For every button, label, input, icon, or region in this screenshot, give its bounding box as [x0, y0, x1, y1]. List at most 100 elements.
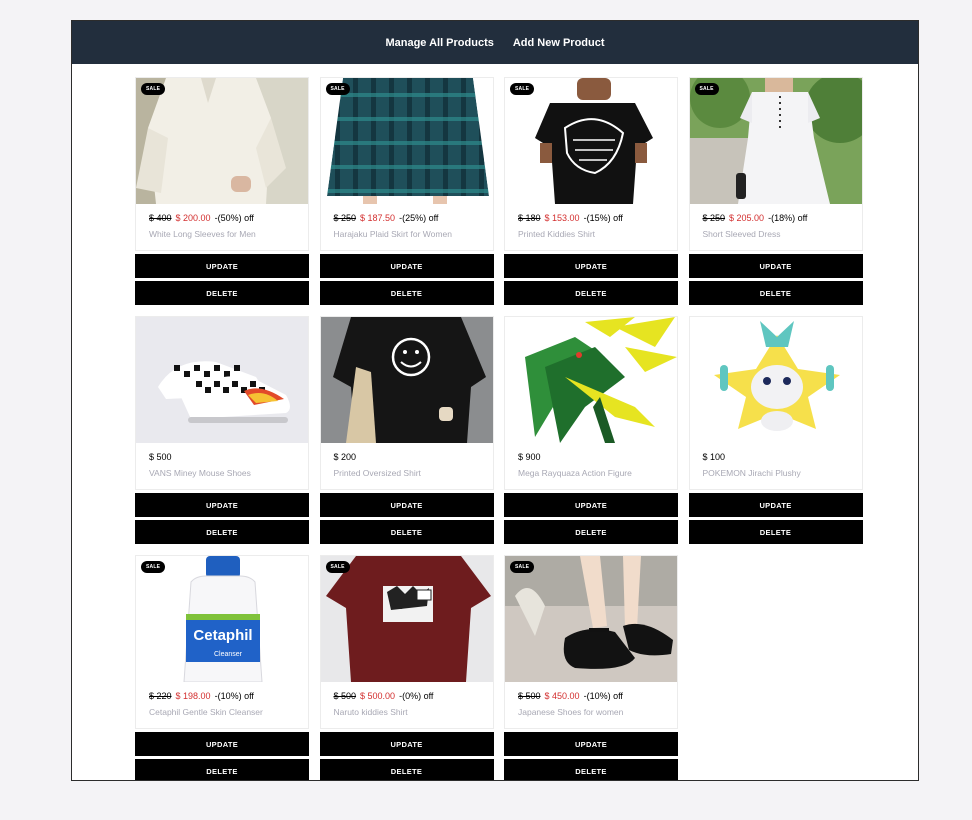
- product-title: Japanese Shoes for women: [518, 707, 624, 717]
- product-photo-white-long-sleeve-shirt: [136, 78, 308, 204]
- sale-badge: SALE: [510, 83, 535, 95]
- sale-badge: SALE: [325, 561, 350, 573]
- sale-badge: SALE: [141, 561, 166, 573]
- update-button[interactable]: UPDATE: [319, 254, 494, 278]
- delete-button[interactable]: DELETE: [319, 759, 494, 780]
- product-title: White Long Sleeves for Men: [149, 229, 256, 239]
- sale-price: $ 187.50: [360, 213, 396, 223]
- svg-text:Cetaphil: Cetaphil: [193, 627, 252, 644]
- delete-button[interactable]: DELETE: [504, 759, 678, 780]
- app-frame: Manage All Products Add New Product SALE…: [71, 20, 919, 781]
- product-card-body: SALE $ 180 $ 153.00 -(15%) off Printed Kid…: [504, 77, 678, 251]
- product-card: Cetaphil Cleanser SALE $ 220 $ 198.00 -(10%…: [135, 555, 309, 780]
- product-image[interactable]: SALE: [505, 78, 677, 204]
- product-card-body: SALE $ 400 $ 200.00 -(50%) off White Long …: [135, 77, 309, 251]
- product-title: VANS Miney Mouse Shoes: [149, 468, 251, 478]
- update-button[interactable]: UPDATE: [504, 254, 678, 278]
- product-image[interactable]: SALE: [320, 556, 493, 682]
- update-button[interactable]: UPDATE: [319, 732, 494, 756]
- product-photo-dinosaur-print-shirt: [505, 78, 677, 204]
- product-photo-checkered-sneakers: [136, 317, 308, 443]
- product-image[interactable]: SALE: [136, 78, 308, 204]
- delete-button[interactable]: DELETE: [135, 281, 309, 305]
- old-price: $ 500: [518, 691, 541, 701]
- sale-badge: SALE: [694, 83, 719, 95]
- product-card-body: $ 200 Printed Oversized Shirt: [319, 316, 494, 490]
- update-button[interactable]: UPDATE: [135, 493, 309, 517]
- product-card-body: $ 900 Mega Rayquaza Action Figure: [504, 316, 678, 490]
- old-price: $ 180: [518, 213, 541, 223]
- product-photo-green-dragon-figure: [505, 317, 677, 443]
- delete-button[interactable]: DELETE: [504, 281, 678, 305]
- product-card-body: SALE $ 500 $ 450.00 -(10%) off Japanese Sh…: [504, 555, 678, 729]
- update-button[interactable]: UPDATE: [319, 493, 494, 517]
- product-photo-smiley-black-shirt: [320, 317, 493, 443]
- product-card: SALE $ 400 $ 200.00 -(50%) off White Long …: [135, 77, 309, 306]
- sale-price: $ 900: [518, 452, 541, 462]
- discount-label: -(15%) off: [583, 213, 623, 223]
- discount-label: -(25%) off: [399, 213, 439, 223]
- product-photo-cleanser-bottle: Cetaphil Cleanser: [136, 556, 308, 682]
- discount-label: -(0%) off: [399, 691, 434, 701]
- top-navbar: Manage All Products Add New Product: [72, 21, 918, 64]
- product-image[interactable]: SALE: [320, 78, 493, 204]
- product-card-body: $ 500 VANS Miney Mouse Shoes: [135, 316, 309, 490]
- product-card: SALE $ 500 $ 500.00 -(0%) off Naruto kiddi…: [319, 555, 494, 780]
- product-title: Printed Oversized Shirt: [333, 468, 421, 478]
- discount-label: -(50%) off: [214, 213, 254, 223]
- product-image[interactable]: Cetaphil Cleanser SALE: [136, 556, 308, 682]
- product-image[interactable]: SALE: [505, 556, 677, 682]
- product-card-body: SALE $ 250 $ 187.50 -(25%) off Harajaku Pl…: [319, 77, 494, 251]
- price-line: $ 500 $ 500.00 -(0%) off: [321, 682, 493, 704]
- price-line: $ 500: [136, 443, 308, 465]
- update-button[interactable]: UPDATE: [688, 254, 863, 278]
- product-card: $ 500 VANS Miney Mouse Shoes UPDATE DELE…: [135, 316, 309, 545]
- manage-all-products-link[interactable]: Manage All Products: [385, 37, 493, 49]
- sale-price: $ 450.00: [544, 691, 580, 701]
- sale-price: $ 100: [702, 452, 726, 462]
- delete-button[interactable]: DELETE: [688, 281, 863, 305]
- product-image[interactable]: SALE: [689, 78, 862, 204]
- discount-label: -(10%) off: [583, 691, 623, 701]
- product-card-body: SALE $ 500 $ 500.00 -(0%) off Naruto kiddi…: [319, 555, 494, 729]
- product-image[interactable]: [505, 317, 677, 443]
- svg-text:Cleanser: Cleanser: [214, 651, 243, 658]
- price-line: $ 400 $ 200.00 -(50%) off: [136, 204, 308, 226]
- old-price: $ 400: [149, 213, 172, 223]
- product-title: Cetaphil Gentle Skin Cleanser: [149, 707, 263, 717]
- sale-price: $ 200: [333, 452, 357, 462]
- product-photo-black-mary-jane-shoes: [505, 556, 677, 682]
- price-line: $ 200: [321, 443, 493, 465]
- delete-button[interactable]: DELETE: [135, 520, 309, 544]
- product-card: SALE $ 250 $ 205.00 -(18%) off Short Sleev…: [688, 77, 863, 306]
- product-card: SALE $ 250 $ 187.50 -(25%) off Harajaku Pl…: [319, 77, 494, 306]
- sale-price: $ 153.00: [544, 213, 580, 223]
- update-button[interactable]: UPDATE: [688, 493, 863, 517]
- delete-button[interactable]: DELETE: [319, 520, 494, 544]
- sale-badge: SALE: [325, 83, 350, 95]
- delete-button[interactable]: DELETE: [319, 281, 494, 305]
- product-card: $ 200 Printed Oversized Shirt UPDATE DEL…: [319, 316, 494, 545]
- price-line: $ 250 $ 187.50 -(25%) off: [321, 204, 493, 226]
- price-line: $ 100: [690, 443, 862, 465]
- update-button[interactable]: UPDATE: [504, 732, 678, 756]
- add-new-product-link[interactable]: Add New Product: [513, 37, 605, 49]
- sale-badge: SALE: [141, 83, 166, 95]
- old-price: $ 500: [333, 691, 357, 701]
- price-line: $ 250 $ 205.00 -(18%) off: [690, 204, 862, 226]
- product-title: Printed Kiddies Shirt: [518, 229, 596, 239]
- product-image[interactable]: [136, 317, 308, 443]
- sale-price: $ 500: [149, 452, 172, 462]
- price-line: $ 500 $ 450.00 -(10%) off: [505, 682, 677, 704]
- update-button[interactable]: UPDATE: [135, 732, 309, 756]
- delete-button[interactable]: DELETE: [504, 520, 678, 544]
- delete-button[interactable]: DELETE: [688, 520, 863, 544]
- product-title: Mega Rayquaza Action Figure: [518, 468, 632, 478]
- delete-button[interactable]: DELETE: [135, 759, 309, 780]
- old-price: $ 220: [149, 691, 172, 701]
- product-image[interactable]: [320, 317, 493, 443]
- product-image[interactable]: [689, 317, 862, 443]
- update-button[interactable]: UPDATE: [504, 493, 678, 517]
- old-price: $ 250: [702, 213, 726, 223]
- update-button[interactable]: UPDATE: [135, 254, 309, 278]
